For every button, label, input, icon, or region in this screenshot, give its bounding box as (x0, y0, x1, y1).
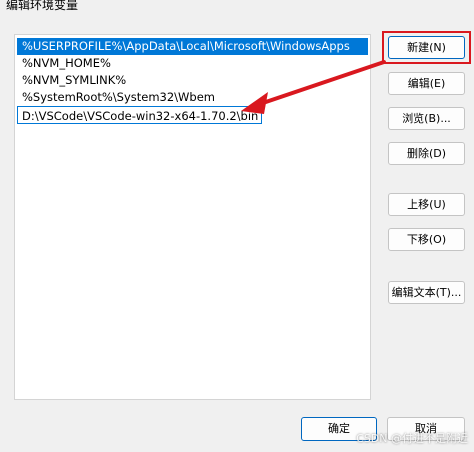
edit-text-button[interactable]: 编辑文本(T)... (388, 281, 465, 304)
watermark: CSDN @付进不是附近 (356, 432, 468, 445)
new-button[interactable]: 新建(N) (388, 36, 465, 59)
list-item[interactable]: %USERPROFILE%\AppData\Local\Microsoft\Wi… (17, 38, 368, 55)
list-item[interactable]: %NVM_SYMLINK% (17, 72, 368, 89)
move-up-button[interactable]: 上移(U) (388, 193, 465, 216)
list-item[interactable]: %NVM_HOME% (17, 55, 368, 72)
path-list[interactable]: %USERPROFILE%\AppData\Local\Microsoft\Wi… (14, 34, 371, 400)
list-item-editing[interactable]: D:\VSCode\VSCode-win32-x64-1.70.2\bin (17, 106, 263, 124)
move-down-button[interactable]: 下移(O) (388, 228, 465, 251)
delete-button[interactable]: 删除(D) (388, 142, 465, 165)
list-item[interactable]: %SystemRoot%\System32\Wbem (17, 89, 368, 106)
browse-button[interactable]: 浏览(B)... (388, 107, 465, 130)
window-title: 编辑环境变量 (6, 0, 79, 12)
edit-button[interactable]: 编辑(E) (388, 72, 465, 95)
